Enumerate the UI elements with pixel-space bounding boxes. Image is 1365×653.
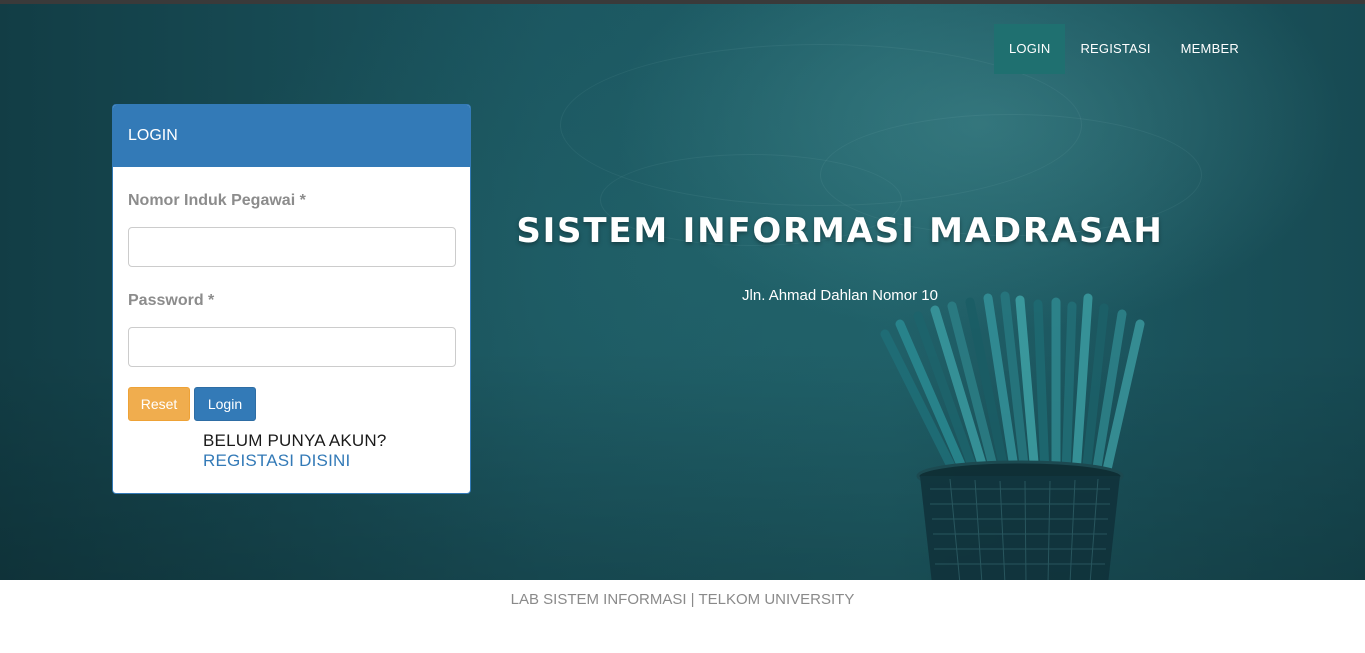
footer-text: LAB SISTEM INFORMASI | TELKOM UNIVERSITY <box>510 591 855 608</box>
hero-address: Jln. Ahmad Dahlan Nomor 10 <box>742 287 938 304</box>
login-panel: LOGIN Nomor Induk Pegawai * Password * R… <box>112 104 471 494</box>
nip-label: Nomor Induk Pegawai * <box>128 192 306 209</box>
pencil-cup-image <box>880 291 1145 580</box>
top-navbar: LOGIN REGISTASI MEMBER <box>994 24 1254 74</box>
login-panel-heading: LOGIN <box>113 105 470 167</box>
password-label: Password * <box>128 292 215 309</box>
login-button[interactable]: Login <box>194 387 256 421</box>
reset-button[interactable]: Reset <box>128 387 190 421</box>
nav-registasi[interactable]: REGISTASI <box>1065 24 1165 74</box>
nav-member[interactable]: MEMBER <box>1166 24 1254 74</box>
nip-input[interactable] <box>128 227 456 267</box>
signup-question: BELUM PUNYA AKUN? <box>203 431 387 450</box>
nav-login[interactable]: LOGIN <box>994 24 1066 74</box>
hero-title: SISTEM INFORMASI MADRASAH <box>516 211 1164 251</box>
register-link[interactable]: REGISTASI DISINI <box>203 451 350 471</box>
footer: LAB SISTEM INFORMASI | TELKOM UNIVERSITY <box>0 580 1365 653</box>
password-input[interactable] <box>128 327 456 367</box>
